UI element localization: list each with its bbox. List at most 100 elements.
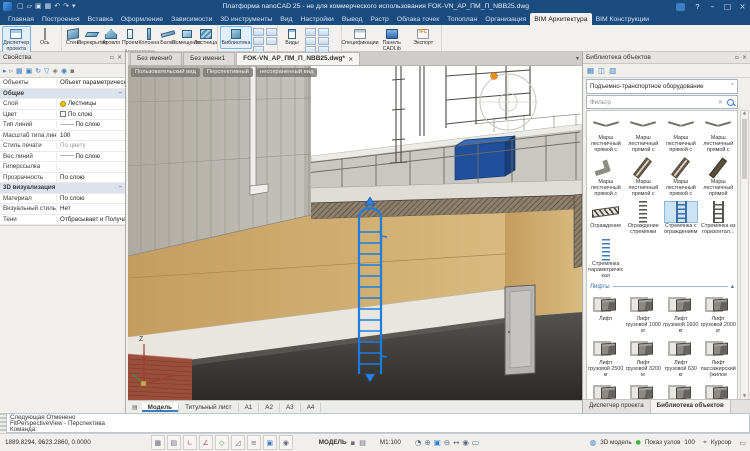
search-icon[interactable] (727, 99, 734, 106)
property-row[interactable]: Тип линий По слою (0, 120, 125, 131)
library-item[interactable]: Стремянка из горизонтал... (700, 199, 738, 237)
opening-button[interactable]: Проем (121, 26, 140, 49)
drawing-viewport[interactable]: Пользовательский видПерспективныйнесохра… (128, 66, 582, 400)
viewport-canvas[interactable]: Z (128, 66, 582, 400)
ribbon-tab[interactable]: Вставка (84, 13, 117, 25)
zoom-out-icon[interactable]: ⊖ (444, 438, 450, 447)
library-item[interactable]: Лифт (587, 292, 625, 336)
clear-filter-icon[interactable]: × (718, 99, 723, 106)
layout-tab[interactable]: Модель (142, 403, 179, 412)
ribbon-tab[interactable]: BIM Архитектура (530, 13, 591, 25)
filter-input[interactable]: Фильтр × (586, 95, 738, 109)
library-item[interactable]: Стремянка параметрическая (587, 237, 625, 281)
library-item[interactable]: Марш лестничный прямой с панду... (662, 111, 700, 155)
ribbon-tab[interactable]: Настройки (297, 13, 338, 25)
property-row[interactable]: 3D визуализация (0, 183, 125, 194)
nodes-toggle[interactable]: Показ узлов (645, 439, 681, 446)
library-item[interactable]: Марш лестничный прямой с тетивой... (625, 155, 663, 199)
library-item[interactable]: Марш лестничный прямой ступен... (700, 155, 738, 199)
quick-select-icon[interactable]: ▹ (10, 67, 14, 75)
app-logo-icon[interactable] (3, 2, 12, 11)
property-row[interactable]: Стиль печати По цвету (0, 141, 125, 152)
ribbon-mini-icon[interactable] (318, 28, 329, 36)
open-file-icon[interactable]: ▱ (27, 0, 32, 13)
column-button[interactable]: Колонна (139, 26, 158, 49)
library-item[interactable]: Стремянка с ограждением (662, 199, 700, 237)
zoom-window-icon[interactable]: ▣ (434, 438, 441, 447)
view-icons-icon[interactable]: ▦ (587, 66, 594, 75)
scale-select[interactable]: М1:100 (380, 439, 401, 446)
ribbon-mini-icon[interactable] (253, 37, 264, 45)
redo-icon[interactable]: ↷ (63, 0, 69, 13)
layout-tab[interactable]: А1 (239, 403, 260, 412)
maximize-button[interactable]: □ (720, 0, 735, 13)
property-row[interactable]: Визуальный стиль Нет (0, 204, 125, 215)
save-icon[interactable]: ▣ (35, 0, 42, 13)
document-tab[interactable]: Без имени1 (183, 52, 235, 65)
library-item[interactable]: Лифт пассажирский (офис, банк, гост... (662, 380, 700, 400)
property-row[interactable]: Тени Отбрасывает и Получает (0, 215, 125, 226)
library-item[interactable]: Ограждение (587, 199, 625, 237)
property-row[interactable]: Гиперссылка (0, 162, 125, 173)
axis-button[interactable]: Ось (31, 26, 60, 49)
property-row[interactable]: Прозрачность По слою (0, 173, 125, 184)
zoom-extents-icon[interactable]: ↔ (453, 438, 459, 447)
ribbon-mini-icon[interactable] (305, 28, 316, 36)
library-item[interactable]: Ограждение стремянки (625, 199, 663, 237)
minimize-button[interactable]: – (705, 0, 720, 13)
pan-icon[interactable]: ◔ (415, 438, 422, 447)
property-row[interactable]: Материал По слою (0, 194, 125, 205)
refresh-icon[interactable]: ↻ (35, 67, 41, 75)
calc-icon[interactable]: ◉ (61, 67, 67, 75)
ribbon-mini-icon[interactable] (318, 37, 329, 45)
library-item[interactable]: Марш лестничный прямой с тетивой... (662, 155, 700, 199)
panel-tab[interactable]: Библиотека объектов (651, 400, 731, 413)
document-tab[interactable]: FOK-VN_AP_ПМ_П_NBB25.dwg* × (236, 52, 360, 65)
ribbon-tab[interactable]: Топоплан (443, 13, 481, 25)
grid-toggle[interactable]: ▦ (151, 435, 165, 450)
document-tab[interactable]: Без имени0 (130, 52, 182, 65)
ribbon-tab[interactable]: Построения (38, 13, 84, 25)
fullscreen-icon[interactable]: ▭ (472, 438, 479, 447)
library-item[interactable]: Марш лестничный прямой с площа... (587, 155, 625, 199)
library-item[interactable]: Лифт грузовой 630 кг (662, 336, 700, 380)
slab-button[interactable]: Перекрытие (83, 26, 102, 49)
sheet-icon[interactable]: ▤ (359, 439, 366, 447)
view-list-icon[interactable]: ◫ (598, 66, 605, 75)
library-item[interactable]: Лифт грузовой 1600 кг (662, 292, 700, 336)
collapse-icon[interactable]: ▴ (731, 283, 734, 290)
undo-icon[interactable]: ↶ (54, 0, 60, 13)
library-button[interactable]: Библиотека (220, 26, 252, 49)
space-toggle[interactable]: МОДЕЛЬ (319, 439, 347, 446)
ribbon-tab[interactable]: Организация (481, 13, 530, 25)
library-item[interactable]: Лифт грузовой 1000 кг (625, 292, 663, 336)
block-edit-icon[interactable]: ▣ (26, 67, 33, 75)
close-icon[interactable]: × (117, 54, 122, 61)
orbit-icon[interactable]: ◉ (462, 438, 469, 447)
tab-list-dropdown-icon[interactable]: ▾ (576, 53, 579, 65)
layout-list-icon[interactable]: ▤ (128, 404, 142, 411)
ribbon-mini-icon[interactable] (266, 37, 277, 45)
osnap-toggle[interactable]: ◇ (215, 435, 229, 450)
layout-tab[interactable]: Титульный лист (179, 403, 239, 412)
scrollbar-thumb[interactable] (742, 119, 747, 179)
ribbon-tab[interactable]: Растр (366, 13, 392, 25)
zoom-in-icon[interactable]: ⊕ (424, 438, 430, 447)
otrack-toggle[interactable]: ◿ (231, 435, 245, 450)
project-manager-button[interactable]: Диспетчер проекта (2, 26, 31, 54)
ribbon-tab[interactable]: BIM Конструкции (592, 13, 654, 25)
dynamic-input-toggle[interactable]: ▣ (263, 435, 277, 450)
ribbon-mini-icon[interactable] (253, 28, 264, 36)
library-item[interactable]: Лифт грузовой 3200 кг (625, 336, 663, 380)
views-button[interactable]: Виды (280, 26, 304, 49)
layout-tab[interactable]: А3 (280, 403, 301, 412)
ribbon-tab[interactable]: Главная (4, 13, 38, 25)
help-button[interactable]: ? (690, 0, 705, 13)
library-item[interactable]: Лифт пассажирский (офис, банк, гост... (700, 380, 738, 400)
property-row[interactable]: Общие (0, 89, 125, 100)
ribbon-tab[interactable]: Оформление (117, 13, 167, 25)
library-item[interactable]: Лифт пассажирский (жилое здание) 1... (700, 336, 738, 380)
ribbon-tab[interactable]: Облака точек (393, 13, 443, 25)
ribbon-tab[interactable]: Вид (276, 13, 296, 25)
print-icon[interactable]: ▦ (45, 0, 52, 13)
